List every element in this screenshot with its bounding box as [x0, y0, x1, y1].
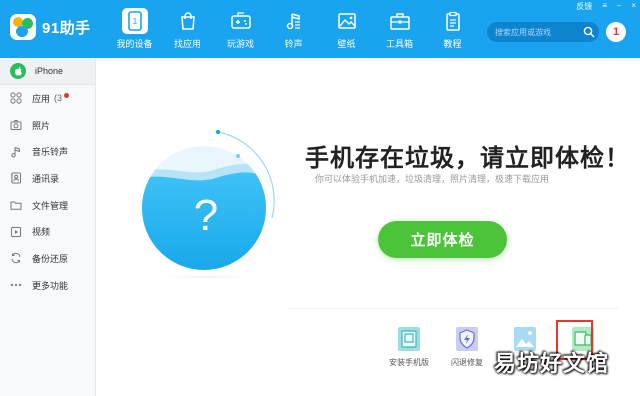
- nav-ringtones[interactable]: 铃声: [267, 0, 320, 58]
- question-mark: ?: [194, 191, 218, 240]
- top-bar: 91助手 1 我的设备 找应用 玩游戏 铃声 壁纸 工具箱 教程 反馈 ≡ – …: [0, 0, 640, 58]
- watermark-text: 易坊好文馆: [494, 351, 610, 376]
- music-note-icon: [281, 8, 307, 34]
- device-selector[interactable]: iPhone: [0, 58, 95, 85]
- toolbox-icon: [387, 8, 413, 34]
- sync-icon: [10, 252, 22, 264]
- sidebar-item-label: 更多功能: [32, 280, 69, 291]
- logo-icon: [10, 14, 36, 40]
- nav-my-device[interactable]: 1 我的设备: [108, 0, 161, 58]
- app-name: 91助手: [42, 19, 91, 37]
- image-icon: [334, 8, 360, 34]
- menu-icon[interactable]: ≡: [602, 1, 607, 12]
- app-logo: 91助手: [10, 14, 91, 40]
- apps-grid-icon: [10, 92, 22, 104]
- install-phone-icon: [397, 326, 421, 352]
- gamepad-icon: [228, 8, 254, 34]
- sidebar-item-apps[interactable]: 应用 (3: [0, 85, 95, 112]
- nav-label: 我的设备: [116, 39, 153, 49]
- nav-games[interactable]: 玩游戏: [214, 0, 267, 58]
- contacts-icon: [10, 172, 22, 184]
- shield-bolt-icon: [455, 326, 479, 352]
- sidebar-item-files[interactable]: 文件管理: [0, 192, 95, 219]
- sidebar-item-more[interactable]: 更多功能: [0, 272, 95, 299]
- page-subtitle: 你可以体验手机加速，垃圾清理，照片清理，极速下载应用: [315, 174, 550, 184]
- search-box[interactable]: 搜索应用或游戏: [487, 22, 599, 42]
- check-now-button[interactable]: 立即体检: [378, 221, 507, 258]
- nav-label: 工具箱: [385, 39, 413, 49]
- search-icon[interactable]: [579, 22, 599, 42]
- tool-label: 安装手机版: [389, 358, 429, 367]
- window-controls: 反馈 ≡ – ×: [576, 1, 636, 12]
- svg-text:1: 1: [132, 17, 137, 26]
- music-icon: [10, 146, 22, 158]
- sidebar-item-label: 照片: [32, 120, 51, 131]
- folder-icon: [10, 199, 22, 211]
- nav-find-apps[interactable]: 找应用: [161, 0, 214, 58]
- apple-icon: [10, 63, 26, 79]
- camera-icon: [10, 119, 22, 131]
- feedback-link[interactable]: 反馈: [576, 1, 592, 12]
- nav-wallpaper[interactable]: 壁纸: [320, 0, 373, 58]
- sidebar: iPhone 应用 (3 照片 音乐铃声 通讯录 文件管理 视频 备份还原 更多…: [0, 58, 96, 396]
- tool-label: 闪退修复: [451, 358, 483, 367]
- nav-toolbox[interactable]: 工具箱: [373, 0, 426, 58]
- nav-label: 找应用: [173, 39, 201, 49]
- sidebar-item-label: 音乐铃声: [32, 147, 69, 158]
- nav-label: 教程: [443, 39, 462, 49]
- notification-badge[interactable]: 1: [606, 22, 626, 42]
- phone-icon: 1: [121, 8, 148, 34]
- sidebar-item-label: 通讯录: [32, 173, 60, 184]
- close-icon[interactable]: ×: [631, 1, 636, 12]
- video-icon: [10, 226, 22, 238]
- sidebar-item-video[interactable]: 视频: [0, 218, 95, 245]
- device-name: iPhone: [35, 66, 64, 76]
- sidebar-item-music[interactable]: 音乐铃声: [0, 138, 95, 165]
- nav-label: 壁纸: [337, 39, 356, 49]
- sidebar-item-label: 文件管理: [32, 200, 69, 211]
- new-dot: [64, 93, 69, 98]
- health-check-illustration: ?: [134, 129, 282, 288]
- minimize-icon[interactable]: –: [617, 1, 621, 12]
- clipboard-icon: [440, 8, 466, 34]
- divider: [288, 308, 618, 309]
- page-headline: 手机存在垃圾，请立即体检！: [305, 145, 630, 172]
- sidebar-item-photos[interactable]: 照片: [0, 112, 95, 139]
- sidebar-item-contacts[interactable]: 通讯录: [0, 165, 95, 192]
- main-nav: 1 我的设备 找应用 玩游戏 铃声 壁纸 工具箱 教程: [108, 0, 479, 58]
- search-input[interactable]: 搜索应用或游戏: [495, 27, 579, 38]
- nav-tutorials[interactable]: 教程: [426, 0, 479, 58]
- nav-label: 铃声: [284, 39, 303, 49]
- sidebar-item-label: 备份还原: [32, 253, 69, 264]
- app-count: (3: [54, 93, 63, 104]
- more-icon: [10, 279, 22, 291]
- nav-label: 玩游戏: [226, 39, 254, 49]
- sidebar-item-label: 视频: [32, 227, 51, 238]
- tool-crash-repair[interactable]: 闪退修复: [438, 326, 496, 368]
- bag-icon: [175, 8, 201, 34]
- sidebar-item-label: 应用: [32, 93, 51, 104]
- sidebar-item-backup[interactable]: 备份还原: [0, 245, 95, 272]
- tool-install-phone[interactable]: 安装手机版: [380, 326, 438, 368]
